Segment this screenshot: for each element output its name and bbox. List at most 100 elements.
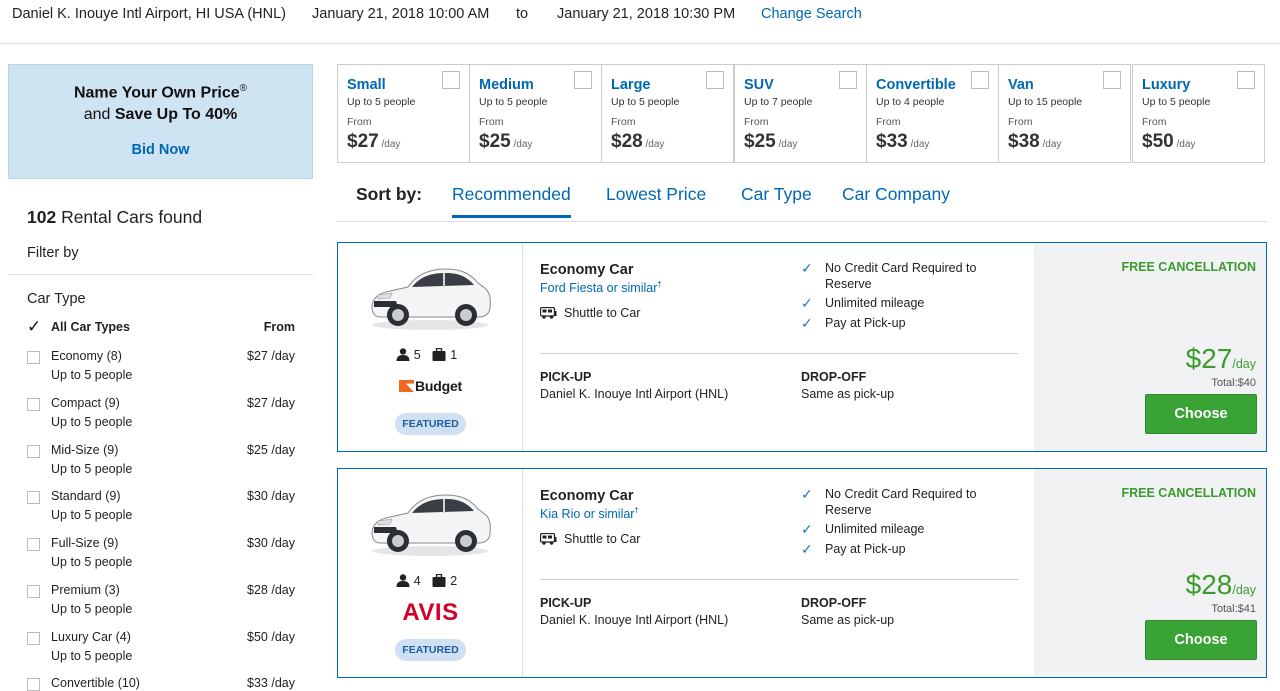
bag-count: 1 [450, 347, 458, 362]
sort-divider [337, 221, 1267, 222]
sort-tab-lowest-price[interactable]: Lowest Price [606, 184, 706, 205]
checkmark-icon: ✓ [801, 260, 813, 276]
change-search-link[interactable]: Change Search [761, 6, 862, 22]
pickup-location: Daniel K. Inouye Intl Airport (HNL) [540, 387, 729, 401]
total-price: Total:$41 [1211, 603, 1256, 615]
dropoff-location: Same as pick-up [801, 387, 895, 401]
result-divider [540, 353, 1018, 354]
result-image-column: 4 2 AVIS FEATURED [338, 469, 523, 677]
feature-no-credit-card: ✓ No Credit Card Required to Reserve [801, 486, 977, 517]
car-model: Kia Rio or similar† [540, 506, 639, 522]
daily-price: $27/day [1185, 343, 1256, 374]
result-divider [540, 579, 1018, 580]
luggage-icon [432, 348, 446, 362]
checkmark-icon: ✓ [801, 486, 813, 502]
dropoff-label: DROP-OFF [801, 370, 867, 384]
sort-tab-car-company[interactable]: Car Company [842, 184, 950, 205]
sort-by-label: Sort by: [356, 184, 423, 204]
checkmark-icon: ✓ [801, 295, 813, 311]
feature-no-credit-card: ✓ No Credit Card Required to Reserve [801, 260, 977, 291]
dropoff-location: Same as pick-up [801, 613, 895, 627]
shuttle-bus-icon [539, 306, 557, 319]
shuttle-info: Shuttle to Car [539, 306, 640, 320]
result-price-column: FREE CANCELLATION $27/day Total:$40 Choo… [1034, 243, 1266, 451]
checkbox-icon[interactable] [1103, 71, 1121, 89]
person-icon [396, 574, 410, 588]
feature-pay-at-pickup: ✓ Pay at Pick-up [801, 541, 906, 557]
free-cancellation-label: FREE CANCELLATION [1121, 486, 1257, 500]
checkbox-icon[interactable] [27, 678, 40, 691]
result-card[interactable]: 5 1 Budget FEATURED Economy Car Ford Fie… [337, 242, 1267, 452]
car-type-card-suv[interactable]: SUV Up to 7 people From $25 /day [734, 64, 867, 163]
checkbox-icon[interactable] [971, 71, 989, 89]
checkbox-icon[interactable] [706, 71, 724, 89]
checkbox-icon[interactable] [27, 445, 40, 458]
featured-badge: FEATURED [395, 413, 466, 435]
choose-button[interactable]: Choose [1145, 394, 1257, 434]
pickup-label: PICK-UP [540, 596, 592, 610]
sort-tab-car-type[interactable]: Car Type [741, 184, 812, 205]
checkbox-icon[interactable] [1237, 71, 1255, 89]
search-to-label: to [516, 6, 529, 22]
feature-unlimited-mileage: ✓ Unlimited mileage [801, 521, 925, 537]
pickup-label: PICK-UP [540, 370, 592, 384]
checkmark-icon: ✓ [801, 541, 813, 557]
car-model: Ford Fiesta or similar† [540, 280, 662, 296]
car-class: Economy Car [540, 488, 634, 504]
checkbox-icon[interactable] [839, 71, 857, 89]
shuttle-info: Shuttle to Car [539, 532, 640, 546]
capacity-info: 5 1 [338, 347, 523, 362]
capacity-info: 4 2 [338, 573, 523, 588]
car-image-icon [371, 268, 491, 330]
search-summary-bar: Daniel K. Inouye Intl Airport, HI USA (H… [0, 0, 1280, 44]
car-type-card-small[interactable]: Small Up to 5 people From $27 /day [337, 64, 470, 163]
result-card[interactable]: 4 2 AVIS FEATURED Economy Car Kia Rio or… [337, 468, 1267, 678]
free-cancellation-label: FREE CANCELLATION [1121, 260, 1257, 274]
bid-now-button[interactable]: Bid Now [132, 142, 190, 158]
car-type-card-medium[interactable]: Medium Up to 5 people From $25 /day [469, 64, 602, 163]
result-image-column: 5 1 Budget FEATURED [338, 243, 523, 451]
checkbox-icon[interactable] [27, 585, 40, 598]
daily-price: $28/day [1185, 569, 1256, 600]
shuttle-bus-icon [539, 532, 557, 545]
checkbox-icon[interactable] [27, 491, 40, 504]
choose-button[interactable]: Choose [1145, 620, 1257, 660]
checkbox-icon[interactable] [27, 632, 40, 645]
checkbox-icon[interactable] [574, 71, 592, 89]
checkbox-icon[interactable] [27, 398, 40, 411]
car-type-filter-title: Car Type [27, 291, 86, 307]
pickup-location: Daniel K. Inouye Intl Airport (HNL) [540, 613, 729, 627]
promo-title: Name Your Own Price® [73, 83, 248, 102]
bag-count: 2 [450, 573, 458, 588]
checkmark-icon: ✓ [801, 315, 813, 331]
checkbox-icon[interactable] [27, 538, 40, 551]
car-type-card-van[interactable]: Van Up to 15 people From $38 /day [998, 64, 1131, 163]
budget-logo: Budget [338, 378, 523, 394]
car-type-card-convertible[interactable]: Convertible Up to 4 people From $33 /day [866, 64, 999, 163]
dropoff-label: DROP-OFF [801, 596, 867, 610]
sort-tab-recommended[interactable]: Recommended [452, 184, 571, 218]
car-image-icon [371, 494, 491, 556]
luggage-icon [432, 574, 446, 588]
promo-subtitle: and Save Up To 40% [83, 106, 238, 124]
car-type-card-luxury[interactable]: Luxury Up to 5 people From $50 /day [1132, 64, 1265, 163]
total-price: Total:$40 [1211, 377, 1256, 389]
feature-pay-at-pickup: ✓ Pay at Pick-up [801, 315, 906, 331]
avis-logo: AVIS [402, 599, 459, 626]
checkmark-icon: ✓ [801, 521, 813, 537]
car-type-card-large[interactable]: Large Up to 5 people From $28 /day [601, 64, 734, 163]
passenger-count: 5 [413, 347, 421, 362]
passenger-count: 4 [413, 573, 421, 588]
budget-mark-icon [398, 380, 414, 392]
filter-divider [8, 274, 313, 275]
checkbox-icon[interactable] [442, 71, 460, 89]
feature-unlimited-mileage: ✓ Unlimited mileage [801, 295, 925, 311]
filter-by-heading: Filter by [27, 245, 79, 261]
car-class: Economy Car [540, 262, 634, 278]
featured-badge: FEATURED [395, 639, 466, 661]
checkbox-icon[interactable] [27, 351, 40, 364]
name-your-own-price-promo: Name Your Own Price® and Save Up To 40% … [8, 64, 313, 179]
checkbox-checked-icon[interactable] [27, 317, 41, 337]
search-dropoff-datetime: January 21, 2018 10:30 PM [557, 6, 736, 22]
result-price-column: FREE CANCELLATION $28/day Total:$41 Choo… [1034, 469, 1266, 677]
